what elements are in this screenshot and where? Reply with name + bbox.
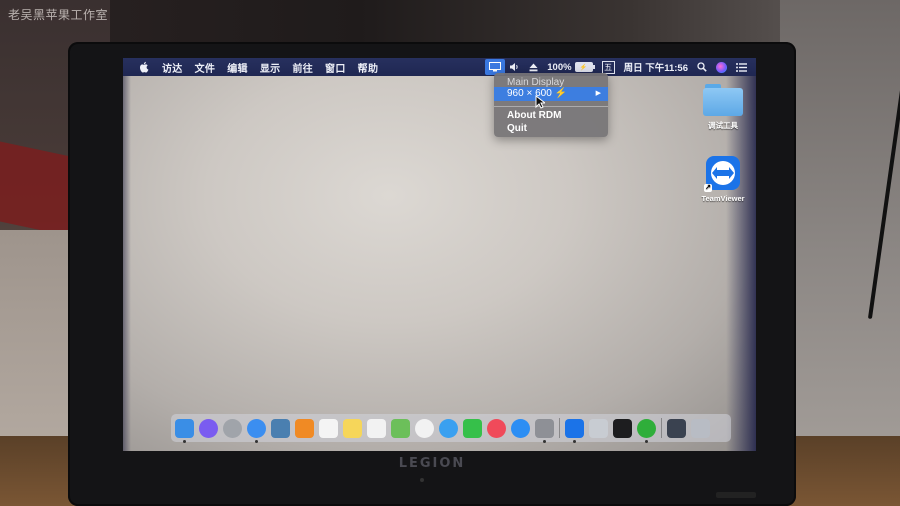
submenu-arrow-icon: ▶ [595, 90, 601, 97]
dock-maps-icon[interactable] [391, 418, 410, 438]
folder-icon [703, 84, 743, 116]
dock [171, 414, 731, 443]
desktop-icon-label: TeamViewer [701, 194, 745, 203]
dock-terminal-icon[interactable] [613, 418, 632, 438]
menu-finder[interactable]: 访达 [162, 60, 183, 75]
menu-window[interactable]: 窗口 [325, 60, 346, 75]
dock-green-app-icon[interactable] [637, 418, 656, 443]
power-cable [867, 60, 900, 320]
running-indicator [573, 439, 576, 443]
menu-bar: 访达 文件 编辑 显示 前往 窗口 帮助 100% ⚡ 五 周日 下午11:56 [123, 58, 756, 76]
dock-reminders-icon[interactable] [367, 418, 386, 438]
dock-network-utility-icon[interactable] [589, 418, 608, 438]
menu-view[interactable]: 显示 [260, 60, 281, 75]
running-indicator [183, 439, 186, 443]
desktop-teamviewer-alias[interactable]: ↗ TeamViewer [693, 156, 753, 203]
dock-downloads-stack-icon[interactable] [667, 418, 686, 438]
dock-separator [559, 418, 560, 438]
menu-help[interactable]: 帮助 [358, 60, 379, 75]
notification-center-icon[interactable] [736, 62, 747, 72]
running-indicator [255, 439, 258, 443]
photo-watermark: 老吴黑苹果工作室 [8, 8, 109, 22]
running-indicator [543, 439, 546, 443]
hinge-pad [716, 492, 756, 498]
resolution-960x600-item[interactable]: 960 × 600 ⚡ ▶ [494, 87, 608, 101]
bezel-indicator [420, 478, 424, 482]
speaker-icon[interactable] [509, 62, 520, 72]
eject-icon[interactable] [529, 63, 538, 72]
menu-separator [494, 106, 608, 107]
desktop-icon-label: 调试工具 [708, 121, 738, 130]
dock-preview-photo-icon[interactable] [271, 418, 290, 438]
dock-music-icon[interactable] [487, 418, 506, 438]
dock-trash-icon[interactable] [691, 418, 710, 438]
dock-notes-icon[interactable] [343, 418, 362, 438]
menu-edit[interactable]: 编辑 [227, 60, 248, 75]
alias-arrow-icon: ↗ [704, 184, 712, 192]
dock-photos-icon[interactable] [415, 418, 434, 438]
lightning-icon: ⚡ [554, 88, 567, 99]
battery-charging-icon[interactable]: ⚡ [574, 62, 595, 72]
about-rdm-item[interactable]: About RDM [507, 110, 561, 121]
running-indicator [645, 439, 648, 443]
laptop-brand-logo: LEGION [398, 456, 466, 471]
dock-app-store-icon[interactable] [511, 418, 530, 438]
dock-system-preferences-icon[interactable] [535, 418, 554, 443]
siri-icon[interactable] [716, 61, 727, 73]
room-background-top [0, 0, 900, 45]
dock-teamviewer-icon[interactable] [565, 418, 584, 443]
input-method-indicator[interactable]: 五 [601, 60, 615, 74]
dock-messages-icon[interactable] [439, 418, 458, 438]
room-background-right [780, 0, 900, 506]
quit-item[interactable]: Quit [507, 123, 527, 134]
desktop-folder-debug-tools[interactable]: 调试工具 [693, 84, 753, 131]
dock-safari-icon[interactable] [247, 418, 266, 443]
menu-file[interactable]: 文件 [195, 60, 216, 75]
dock-ibooks-icon[interactable] [295, 418, 314, 438]
spotlight-search-icon[interactable] [697, 62, 707, 72]
menu-go[interactable]: 前往 [292, 60, 313, 75]
rdm-dropdown-menu: Main Display 960 × 600 ⚡ ▶ About RDM Qui… [494, 73, 608, 137]
dock-separator [661, 418, 662, 438]
apple-logo-icon[interactable] [137, 60, 151, 74]
macos-screen: 访达 文件 编辑 显示 前往 窗口 帮助 100% ⚡ 五 周日 下午11:56 [123, 58, 756, 451]
dock-calendar-icon[interactable] [319, 418, 338, 438]
teamviewer-icon: ↗ [704, 156, 740, 192]
dock-launchpad-icon[interactable] [223, 418, 242, 438]
screen-vignette-left [123, 58, 131, 451]
battery-percent[interactable]: 100% [547, 62, 571, 73]
dock-facetime-icon[interactable] [463, 418, 482, 438]
clock[interactable]: 周日 下午11:56 [624, 60, 688, 74]
dock-finder-icon[interactable] [175, 418, 194, 443]
dock-siri-icon[interactable] [199, 418, 218, 438]
